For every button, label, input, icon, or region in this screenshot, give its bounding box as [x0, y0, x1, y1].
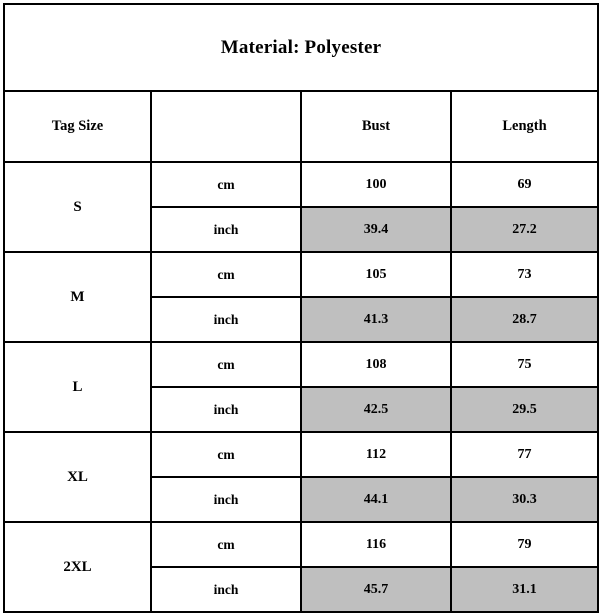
unit-label-inch: inch — [150, 206, 302, 253]
header-tag-size: Tag Size — [3, 90, 152, 163]
unit-label-cm: cm — [150, 161, 302, 208]
table-row: S cm 100 69 — [3, 161, 600, 253]
length-inch-l: 29.5 — [449, 386, 600, 433]
material-title: Material: Polyester — [2, 3, 600, 92]
size-label-2xl: 2XL — [3, 521, 152, 613]
length-inch-s: 27.2 — [449, 206, 600, 253]
column-header-row: Tag Size Bust Length — [3, 90, 600, 163]
length-cm-m: 73 — [449, 251, 600, 298]
size-label-xl: XL — [3, 431, 152, 523]
bust-inch-m: 41.3 — [300, 296, 452, 343]
unit-label-cm: cm — [150, 521, 302, 568]
length-inch-2xl: 31.1 — [449, 566, 600, 613]
table-row: L cm 108 75 — [3, 341, 600, 433]
bust-cm-l: 108 — [300, 341, 452, 388]
size-label-s: S — [3, 161, 152, 253]
bust-inch-xl: 44.1 — [300, 476, 452, 523]
bust-cm-xl: 112 — [300, 431, 452, 478]
table-row: XL cm 112 77 — [3, 431, 600, 523]
bust-cm-2xl: 116 — [300, 521, 452, 568]
size-chart-table: Material: Polyester Tag Size Bust Length… — [2, 3, 600, 613]
unit-label-cm: cm — [150, 341, 302, 388]
bust-inch-l: 42.5 — [300, 386, 452, 433]
length-cm-xl: 77 — [449, 431, 600, 478]
bust-inch-s: 39.4 — [300, 206, 452, 253]
header-unit — [150, 90, 302, 163]
length-inch-m: 28.7 — [449, 296, 600, 343]
unit-label-inch: inch — [150, 476, 302, 523]
size-label-l: L — [3, 341, 152, 433]
length-inch-xl: 30.3 — [449, 476, 600, 523]
bust-cm-m: 105 — [300, 251, 452, 298]
unit-label-inch: inch — [150, 386, 302, 433]
table-row: M cm 105 73 — [3, 251, 600, 343]
bust-inch-2xl: 45.7 — [300, 566, 452, 613]
length-cm-2xl: 79 — [449, 521, 600, 568]
unit-label-cm: cm — [150, 251, 302, 298]
unit-label-cm: cm — [150, 431, 302, 478]
length-cm-s: 69 — [449, 161, 600, 208]
table-row: 2XL cm 116 79 — [3, 521, 600, 613]
header-length: Length — [449, 90, 600, 163]
size-label-m: M — [3, 251, 152, 343]
unit-label-inch: inch — [150, 296, 302, 343]
material-title-row: Material: Polyester — [2, 3, 600, 92]
length-cm-l: 75 — [449, 341, 600, 388]
unit-label-inch: inch — [150, 566, 302, 613]
bust-cm-s: 100 — [300, 161, 452, 208]
header-bust: Bust — [300, 90, 452, 163]
